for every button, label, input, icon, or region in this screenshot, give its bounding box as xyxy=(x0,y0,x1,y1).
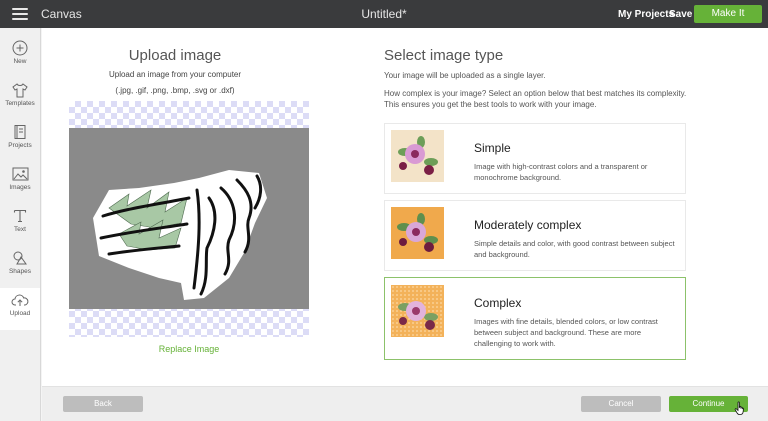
app-title: Canvas xyxy=(41,7,82,21)
make-it-button[interactable]: Make It xyxy=(694,5,762,23)
simple-thumbnail xyxy=(391,130,444,182)
sidebar-label-projects: Projects xyxy=(8,142,32,149)
sidebar-label-images: Images xyxy=(9,184,31,191)
option-moderate-text: Simple details and color, with good cont… xyxy=(474,239,675,259)
top-bar: Canvas Untitled* My Projects Save Make I… xyxy=(0,0,768,28)
shirt-icon xyxy=(12,83,28,98)
image-type-title: Select image type xyxy=(384,47,504,64)
complexity-question: How complex is your image? Select an opt… xyxy=(384,89,687,109)
left-sidebar: New Templates Projects Images Text Shape… xyxy=(0,28,41,421)
option-simple-title: Simple xyxy=(474,141,511,155)
complex-thumbnail xyxy=(391,285,444,337)
text-icon xyxy=(13,209,27,223)
option-moderate-title: Moderately complex xyxy=(474,218,582,232)
back-button[interactable]: Back xyxy=(63,396,143,412)
single-layer-note: Your image will be uploaded as a single … xyxy=(384,71,546,80)
upload-subtitle: Upload an image from your computer xyxy=(108,70,242,79)
plus-circle-icon xyxy=(12,40,28,56)
sidebar-item-upload[interactable]: Upload xyxy=(0,288,40,330)
option-complex-text: Images with fine details, blended colors… xyxy=(474,317,658,348)
option-moderately-complex[interactable]: Moderately complex Simple details and co… xyxy=(384,200,686,271)
upload-title: Upload image xyxy=(128,47,222,64)
sidebar-item-images[interactable]: Images xyxy=(0,162,40,204)
sidebar-label-text: Text xyxy=(14,226,26,233)
cloud-upload-icon xyxy=(11,294,29,306)
option-complex-title: Complex xyxy=(474,296,522,310)
moderate-thumbnail xyxy=(391,207,444,259)
sidebar-label-upload: Upload xyxy=(9,310,31,317)
sidebar-item-text[interactable]: Text xyxy=(0,204,40,246)
hand-cursor-icon xyxy=(734,401,744,415)
menu-icon[interactable] xyxy=(12,8,28,20)
notebook-icon xyxy=(14,125,26,139)
cancel-button[interactable]: Cancel xyxy=(581,396,661,412)
sidebar-item-new[interactable]: New xyxy=(0,36,40,78)
option-simple-text: Image with high-contrast colors and a tr… xyxy=(474,162,648,182)
option-complex[interactable]: Complex Images with fine details, blende… xyxy=(384,277,686,360)
replace-image-link[interactable]: Replace Image xyxy=(69,344,309,354)
preview-artwork xyxy=(93,170,267,300)
shapes-icon xyxy=(13,251,27,265)
upload-formats: (.jpg, .gif, .png, .bmp, .svg or .dxf) xyxy=(115,86,235,95)
option-simple[interactable]: Simple Image with high-contrast colors a… xyxy=(384,123,686,194)
image-icon xyxy=(12,167,28,181)
sidebar-label-shapes: Shapes xyxy=(8,268,32,275)
sidebar-item-projects[interactable]: Projects xyxy=(0,120,40,162)
sidebar-item-templates[interactable]: Templates xyxy=(0,78,40,120)
my-projects-link[interactable]: My Projects xyxy=(618,9,674,20)
sidebar-item-shapes[interactable]: Shapes xyxy=(0,246,40,288)
sidebar-label-new: New xyxy=(13,58,27,65)
image-preview xyxy=(69,128,309,309)
sidebar-label-templates: Templates xyxy=(5,100,35,107)
save-link[interactable]: Save xyxy=(669,9,692,20)
